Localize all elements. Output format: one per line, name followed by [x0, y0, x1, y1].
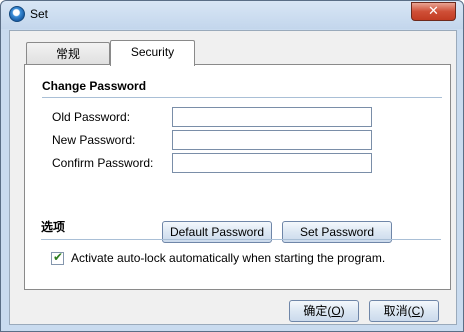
window-title: Set	[30, 7, 49, 21]
ok-accelerator: O	[331, 304, 341, 318]
tab-security[interactable]: Security	[110, 40, 195, 66]
tab-general[interactable]: 常规	[26, 42, 110, 64]
section-divider	[42, 97, 442, 98]
options-header: 选项	[41, 220, 66, 234]
cancel-button[interactable]: 取消(C)	[369, 300, 439, 322]
security-panel: Change Password Old Password: New Passwo…	[24, 64, 451, 290]
old-password-input[interactable]	[172, 107, 372, 127]
dialog-body: 常规 Security Change Password Old Password…	[9, 30, 457, 325]
change-password-header: Change Password	[42, 79, 147, 93]
new-password-input[interactable]	[172, 130, 372, 150]
new-password-label: New Password:	[52, 133, 136, 147]
cancel-accelerator: C	[411, 304, 421, 318]
confirm-password-input[interactable]	[172, 153, 372, 173]
confirm-password-label: Confirm Password:	[52, 156, 154, 170]
app-icon	[9, 6, 25, 22]
old-password-label: Old Password:	[52, 110, 131, 124]
title-bar[interactable]: Set ✕	[1, 1, 463, 29]
cancel-label: 取消	[383, 304, 408, 318]
close-button[interactable]: ✕	[411, 2, 456, 21]
options-divider	[41, 239, 441, 240]
ok-label: 确定	[303, 304, 328, 318]
checkmark-icon: ✔	[53, 250, 64, 264]
autolock-checkbox[interactable]: ✔	[51, 250, 64, 265]
ok-button[interactable]: 确定(O)	[289, 300, 359, 322]
settings-window: Set ✕ 常规 Security Change Password Old Pa…	[0, 0, 464, 332]
